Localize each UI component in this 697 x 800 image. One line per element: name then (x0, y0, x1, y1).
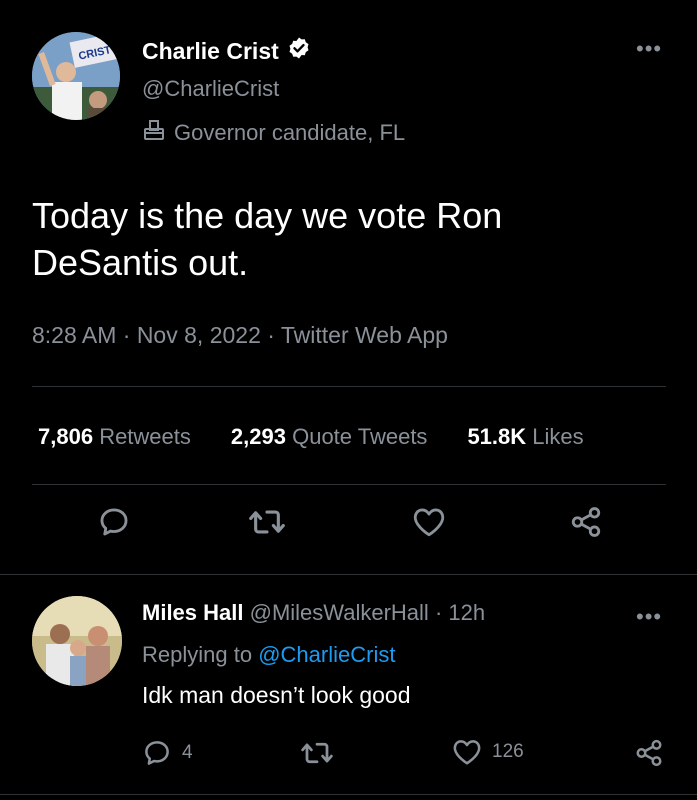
share-button[interactable] (562, 498, 610, 546)
verified-icon (287, 36, 311, 66)
retweets-stat[interactable]: 7,806 Retweets (38, 424, 191, 450)
tweet-text: Today is the day we vote Ron DeSantis ou… (32, 195, 503, 283)
reply-author-name[interactable]: Miles Hall (142, 600, 243, 625)
reply-like-button[interactable]: 126 (452, 738, 524, 766)
retweet-icon (301, 742, 333, 764)
reply-header: Miles Hall @MilesWalkerHall · 12h (142, 600, 485, 626)
reply-share-button[interactable] (634, 738, 664, 768)
reply-count: 4 (182, 742, 193, 763)
author-avatar[interactable]: CRIST (32, 32, 120, 120)
reply-text: Idk man doesn’t look good (142, 682, 411, 708)
quotes-label: Quote Tweets (292, 424, 428, 449)
like-button[interactable] (405, 498, 453, 546)
quotes-stat[interactable]: 2,293 Quote Tweets (231, 424, 428, 450)
more-options-icon[interactable]: ••• (636, 36, 662, 62)
reply-retweet-button[interactable] (300, 738, 334, 768)
divider (0, 794, 697, 795)
retweets-count: 7,806 (38, 424, 94, 449)
reply-more-options-icon[interactable]: ••• (636, 604, 662, 630)
tweet-stats: 7,806 Retweets 2,293 Quote Tweets 51.8K … (38, 424, 584, 450)
retweet-button[interactable] (243, 498, 291, 546)
author-name-row[interactable]: Charlie Crist (142, 36, 311, 66)
retweet-icon (249, 510, 285, 534)
reply-time[interactable]: 12h (448, 600, 485, 625)
reply-icon (100, 508, 128, 536)
retweets-label: Retweets (99, 424, 191, 449)
heart-icon (453, 740, 481, 765)
divider (32, 484, 666, 485)
reply-button[interactable] (90, 498, 138, 546)
divider (0, 574, 697, 575)
replying-prefix: Replying to (142, 642, 253, 667)
account-label-text: Governor candidate, FL (174, 120, 406, 145)
reply-separator: · (434, 600, 443, 625)
reply-icon (145, 741, 169, 765)
author-name[interactable]: Charlie Crist (142, 38, 279, 65)
ballot-box-icon (142, 118, 166, 148)
quotes-count: 2,293 (230, 424, 286, 449)
reply-author-handle[interactable]: @MilesWalkerHall (250, 600, 429, 625)
replying-to: Replying to @CharlieCrist (142, 642, 395, 668)
author-handle[interactable]: @CharlieCrist (142, 76, 279, 102)
account-label: Governor candidate, FL (142, 118, 405, 148)
share-icon (571, 507, 601, 537)
heart-icon (413, 508, 445, 537)
likes-label: Likes (532, 424, 584, 449)
reply-reply-button[interactable]: 4 (142, 738, 193, 768)
share-icon (636, 739, 662, 767)
likes-count: 51.8K (467, 424, 527, 449)
divider (32, 386, 666, 387)
reply-author-avatar[interactable] (32, 596, 122, 686)
like-count: 126 (492, 741, 524, 762)
likes-stat[interactable]: 51.8K Likes (467, 424, 583, 450)
replying-to-link[interactable]: @CharlieCrist (258, 642, 395, 667)
tweet-meta[interactable]: 8:28 AM · Nov 8, 2022 · Twitter Web App (32, 322, 448, 349)
